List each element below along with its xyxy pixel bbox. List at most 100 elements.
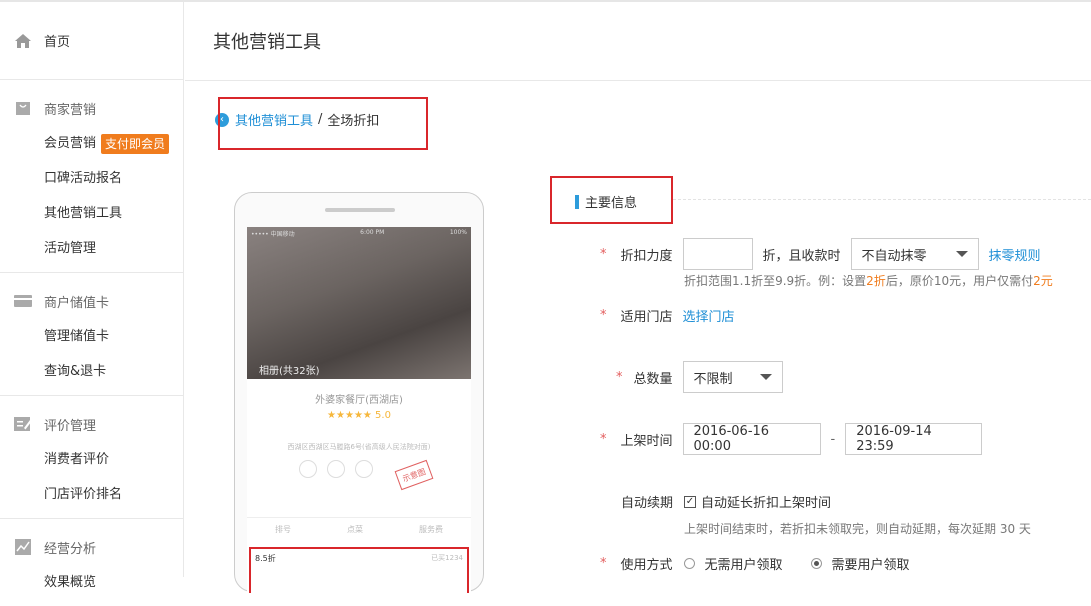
- quantity-label: 总数量: [633, 371, 673, 387]
- sidebar-group-title[interactable]: 评价管理: [0, 406, 183, 442]
- page-title: 其他营销工具: [185, 2, 1091, 81]
- status-time: 6:00 PM: [360, 229, 385, 236]
- sidebar-item-store-ranking[interactable]: 门店评价排名: [0, 477, 183, 512]
- chevron-down-icon: [759, 374, 772, 380]
- hint-value: 2折: [866, 274, 886, 288]
- discount-hint: 折扣范围1.1折至9.9折。例：设置2折后，原价10元，用户仅需付2元: [684, 272, 1053, 289]
- shop-tab: 排号: [275, 525, 291, 534]
- phone-speaker: [325, 208, 395, 212]
- time-label: 上架时间: [620, 433, 673, 449]
- sidebar-group-label: 评价管理: [44, 418, 97, 434]
- renew-hint: 上架时间结束时，若折扣未领取完，则自动延期，每次延期 30 天: [684, 522, 1031, 536]
- phone-screen: ••••• 中国移动 6:00 PM 100% 相册(共32张) 外婆家餐厅(西…: [247, 227, 471, 593]
- sidebar-item-other-tools[interactable]: 其他营销工具: [0, 196, 183, 231]
- section-divider: [673, 199, 1091, 200]
- end-time-input[interactable]: 2016-09-14 23:59: [845, 423, 983, 455]
- store-label: 适用门店: [620, 310, 673, 325]
- shop-rating: ★★★★★ 5.0: [327, 410, 391, 421]
- rounding-select-value: 不自动抹零: [861, 248, 927, 264]
- chevron-down-icon: [955, 251, 968, 257]
- sidebar-item-consumer-review[interactable]: 消费者评价: [0, 442, 183, 477]
- sidebar-group-label: 经营分析: [44, 541, 97, 557]
- highlight-box-breadcrumb: [218, 97, 428, 150]
- sidebar-item-manage-card[interactable]: 管理储值卡: [0, 319, 183, 354]
- sidebar-item-label: 活动管理: [44, 241, 97, 256]
- card-icon: [14, 292, 32, 310]
- required-mark: *: [600, 246, 607, 262]
- sidebar-group-review: 评价管理 消费者评价 门店评价排名: [0, 396, 183, 519]
- usage-label: 使用方式: [620, 558, 673, 573]
- shop-photo: [247, 227, 471, 379]
- highlight-box-section: [550, 176, 673, 224]
- service-icon: [299, 460, 317, 478]
- discount-label: 折扣力度: [620, 248, 673, 264]
- usage-option-label: 无需用户领取: [704, 558, 783, 573]
- required-mark: *: [600, 431, 607, 447]
- start-time-input[interactable]: 2016-06-16 00:00: [682, 423, 821, 455]
- sidebar-item-query-refund[interactable]: 查询&退卡: [0, 354, 183, 389]
- service-icon: [327, 460, 345, 478]
- store-row: * 适用门店 选择门店: [600, 306, 735, 325]
- sidebar-item-member-marketing[interactable]: 会员营销 支付即会员: [0, 126, 183, 161]
- photo-count-label: 相册(共32张): [259, 366, 320, 377]
- required-mark: *: [600, 308, 607, 323]
- bag-icon: [14, 99, 32, 117]
- usage-option-label: 需要用户领取: [831, 558, 910, 573]
- rounding-rule-link[interactable]: 抹零规则: [989, 245, 1041, 264]
- sidebar-home[interactable]: 首页: [0, 2, 183, 80]
- status-battery: 100%: [449, 229, 467, 236]
- auto-renew-checkbox-label: 自动延长折扣上架时间: [701, 496, 832, 511]
- shop-address: 西湖区西湖区马塍路6号(省高级人民法院对面): [287, 443, 431, 451]
- sidebar-item-effect-overview[interactable]: 效果概览: [0, 565, 183, 600]
- home-icon: [14, 32, 32, 50]
- sidebar-item-koubei-signup[interactable]: 口碑活动报名: [0, 161, 183, 196]
- sidebar-group-label: 商户储值卡: [44, 295, 110, 311]
- select-store-link[interactable]: 选择门店: [683, 306, 735, 325]
- phone-preview: ••••• 中国移动 6:00 PM 100% 相册(共32张) 外婆家餐厅(西…: [234, 192, 484, 593]
- usage-row: * 使用方式 无需用户领取 需要用户领取: [600, 554, 910, 573]
- sidebar-group-label: 商家营销: [44, 102, 97, 118]
- main-content: 其他营销工具 ‹ 其他营销工具 / 全场折扣 ••••• 中国移动 6:00 P…: [185, 2, 1091, 593]
- sidebar-item-label: 消费者评价: [44, 452, 110, 467]
- quantity-select-value: 不限制: [693, 371, 733, 387]
- renew-label: 自动续期: [620, 496, 673, 511]
- shop-service-icons: [299, 460, 373, 478]
- usage-radio-no-claim[interactable]: [683, 558, 695, 569]
- sample-stamp: 示意图: [394, 459, 434, 491]
- quantity-row: * 总数量 不限制: [600, 361, 783, 393]
- discount-deal-preview: 8.5折 已买1234: [249, 547, 469, 593]
- sidebar: 首页 商家营销 会员营销 支付即会员 口碑活动报名 其他营销工具 活动管理 商户…: [0, 2, 184, 590]
- required-mark: *: [616, 369, 623, 385]
- hint-text: 后，原价10元，用户仅需付: [885, 274, 1034, 288]
- status-carrier: ••••• 中国移动: [251, 231, 295, 238]
- auto-renew-checkbox[interactable]: ✓: [684, 495, 696, 508]
- sidebar-group-title[interactable]: 商家营销: [0, 90, 183, 126]
- rounding-select[interactable]: 不自动抹零: [850, 238, 979, 270]
- sidebar-item-label: 管理储值卡: [44, 329, 110, 344]
- deal-sold: 已买1234: [431, 554, 463, 562]
- quantity-select[interactable]: 不限制: [682, 361, 783, 393]
- sidebar-group-title[interactable]: 经营分析: [0, 529, 183, 565]
- discount-after-text: 折，且收款时: [762, 248, 841, 264]
- sidebar-group-marketing: 商家营销 会员营销 支付即会员 口碑活动报名 其他营销工具 活动管理: [0, 80, 183, 273]
- service-icon: [355, 460, 373, 478]
- usage-radio-claim[interactable]: [810, 558, 822, 569]
- hint-text: 折扣范围1.1折至9.9折。例：设置: [684, 274, 867, 288]
- sidebar-item-activity-manage[interactable]: 活动管理: [0, 231, 183, 266]
- shop-tab: 点菜: [347, 525, 363, 534]
- deal-label: 8.5折: [255, 554, 276, 563]
- time-dash: -: [830, 431, 836, 447]
- sidebar-group-title[interactable]: 商户储值卡: [0, 283, 183, 319]
- phone-status-bar: ••••• 中国移动 6:00 PM 100%: [251, 229, 467, 238]
- sidebar-item-label: 查询&退卡: [44, 364, 107, 379]
- discount-row: * 折扣力度 折，且收款时 不自动抹零 抹零规则: [600, 238, 1041, 270]
- sidebar-item-label: 口碑活动报名: [44, 171, 123, 186]
- promo-badge: 支付即会员: [101, 133, 170, 154]
- chart-icon: [14, 538, 32, 556]
- renew-row: 自动续期 ✓ 自动延长折扣上架时间: [600, 492, 831, 511]
- shop-tabs: 排号 点菜 服务费: [247, 517, 471, 535]
- discount-input[interactable]: [682, 238, 753, 270]
- sidebar-item-label: 效果概览: [44, 575, 97, 590]
- required-mark: *: [600, 556, 607, 571]
- sidebar-item-label: 会员营销: [44, 136, 97, 151]
